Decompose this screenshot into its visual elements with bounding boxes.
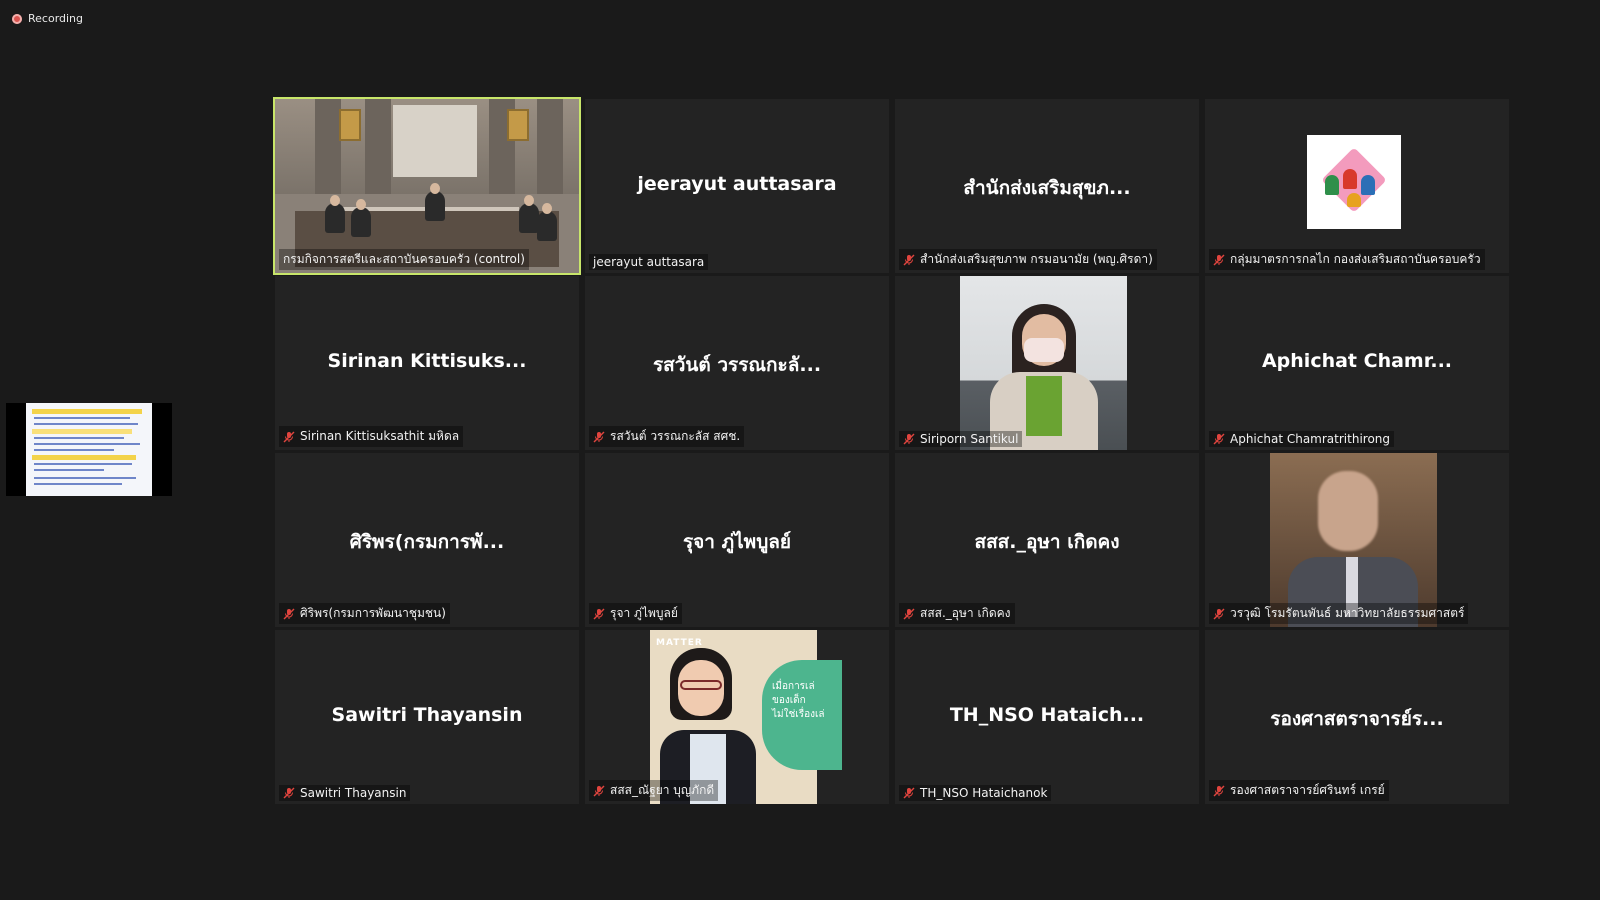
participant-name: กรมกิจการสตรีและสถาบันครอบครัว (control) xyxy=(283,252,525,266)
mic-muted-icon xyxy=(903,608,915,619)
mic-muted-icon xyxy=(1213,254,1225,265)
participant-tile[interactable]: MATTER เมื่อการเล่ ของเด็ก ไม่ใช่เรื่องเ… xyxy=(585,630,889,804)
participant-display-name: Aphichat Chamr... xyxy=(1261,350,1453,372)
participant-name: รุจา ภู่ไพบูลย์ xyxy=(610,606,678,620)
participant-label: วรวุฒิ โรมรัตนพันธ์ มหาวิทยาลัยธรรมศาสตร… xyxy=(1209,603,1469,624)
participant-label: สสส._อุษา เกิดคง xyxy=(899,603,1015,624)
shared-document-preview xyxy=(26,403,152,496)
participant-label: ศิริพร(กรมการพัฒนาชุมชน) xyxy=(279,603,450,624)
mic-muted-icon xyxy=(903,433,915,445)
participant-name: jeerayut auttasara xyxy=(593,255,705,269)
participant-tile[interactable]: กรมกิจการสตรีและสถาบันครอบครัว (control) xyxy=(273,97,581,275)
participant-label: รสวันต์ วรรณกะลัส สศช. xyxy=(589,426,745,447)
mic-muted-icon xyxy=(593,785,605,796)
participant-label: กรมกิจการสตรีและสถาบันครอบครัว (control) xyxy=(279,249,529,270)
participant-display-name: รุจา ภู่ไพบูลย์ xyxy=(682,531,792,553)
mic-muted-icon xyxy=(903,787,915,799)
participant-tile[interactable]: รองศาสตราจารย์ร... รองศาสตราจารย์ศรินทร์… xyxy=(1205,630,1509,804)
meeting-window: Recording กรมกิจการสตรีและสถาบันครอบครัว… xyxy=(0,0,1600,900)
participant-tile[interactable]: ศิริพร(กรมการพั... ศิริพร(กรมการพัฒนาชุม… xyxy=(275,453,579,627)
participant-name: Siriporn Santikul xyxy=(920,432,1019,446)
participant-tile[interactable]: Sirinan Kittisuks... Sirinan Kittisuksat… xyxy=(275,276,579,450)
participant-name: Sawitri Thayansin xyxy=(300,786,407,800)
participant-label: Sawitri Thayansin xyxy=(279,785,411,801)
poster-text: เมื่อการเล่ ของเด็ก ไม่ใช่เรื่องเล่ xyxy=(772,681,825,720)
participant-name: รสวันต์ วรรณกะลัส สศช. xyxy=(610,429,741,443)
participant-tile[interactable]: สสส._อุษา เกิดคง สสส._อุษา เกิดคง xyxy=(895,453,1199,627)
participant-tile[interactable]: TH_NSO Hataich... TH_NSO Hataichanok xyxy=(895,630,1199,804)
participant-display-name: Sirinan Kittisuks... xyxy=(327,350,527,372)
mic-muted-icon xyxy=(593,431,605,442)
participant-display-name: สสส._อุษา เกิดคง xyxy=(974,531,1120,553)
participant-video: MATTER เมื่อการเล่ ของเด็ก ไม่ใช่เรื่องเ… xyxy=(650,630,842,804)
record-icon xyxy=(12,13,22,24)
mic-muted-icon xyxy=(1213,433,1225,445)
mic-muted-icon xyxy=(593,608,605,619)
participant-label: Sirinan Kittisuksathit มหิดล xyxy=(279,426,464,447)
participant-tile[interactable]: Aphichat Chamr... Aphichat Chamratrithir… xyxy=(1205,276,1509,450)
participant-name: ศิริพร(กรมการพัฒนาชุมชน) xyxy=(300,606,446,620)
organization-logo xyxy=(1307,135,1401,229)
recording-indicator[interactable]: Recording xyxy=(12,12,83,25)
participant-name: สสส._อุษา เกิดคง xyxy=(920,606,1011,620)
participant-tile[interactable]: jeerayut auttasara jeerayut auttasara xyxy=(585,99,889,273)
participant-name: TH_NSO Hataichanok xyxy=(920,786,1048,800)
participant-label: สำนักส่งเสริมสุขภาพ กรมอนามัย (พญ.ศิรดา) xyxy=(899,249,1157,270)
participant-name: สสส_ณัฐยา บุญภักดี xyxy=(610,783,715,797)
participant-tile[interactable]: รสวันต์ วรรณกะลั... รสวันต์ วรรณกะลัส สศ… xyxy=(585,276,889,450)
participant-name: Aphichat Chamratrithirong xyxy=(1230,432,1391,446)
participant-display-name: รสวันต์ วรรณกะลั... xyxy=(652,354,822,376)
participant-display-name: สำนักส่งเสริมสุขภ... xyxy=(963,177,1131,199)
mic-muted-icon xyxy=(1213,785,1225,796)
participant-tile[interactable]: สำนักส่งเสริมสุขภ... สำนักส่งเสริมสุขภาพ… xyxy=(895,99,1199,273)
participant-name: วรวุฒิ โรมรัตนพันธ์ มหาวิทยาลัยธรรมศาสตร… xyxy=(1230,606,1465,620)
mic-muted-icon xyxy=(283,431,295,442)
participant-label: jeerayut auttasara xyxy=(589,254,709,270)
mic-muted-icon xyxy=(283,608,295,619)
participant-display-name: jeerayut auttasara xyxy=(637,173,837,195)
participant-name: กลุ่มมาตรการกลไก กองส่งเสริมสถาบันครอบคร… xyxy=(1230,252,1481,266)
participant-display-name: ศิริพร(กรมการพั... xyxy=(349,531,505,553)
screen-share-thumbnail[interactable] xyxy=(6,403,172,496)
participant-label: รองศาสตราจารย์ศรินทร์ เกรย์ xyxy=(1209,780,1389,801)
participant-tile[interactable]: กลุ่มมาตรการกลไก กองส่งเสริมสถาบันครอบคร… xyxy=(1205,99,1509,273)
conference-room-video xyxy=(275,99,579,273)
participant-label: Aphichat Chamratrithirong xyxy=(1209,431,1395,447)
participant-display-name: TH_NSO Hataich... xyxy=(949,704,1145,726)
participant-video xyxy=(1270,453,1437,627)
participant-label: กลุ่มมาตรการกลไก กองส่งเสริมสถาบันครอบคร… xyxy=(1209,249,1485,270)
participant-name: สำนักส่งเสริมสุขภาพ กรมอนามัย (พญ.ศิรดา) xyxy=(920,252,1153,266)
participant-label: สสส_ณัฐยา บุญภักดี xyxy=(589,780,719,801)
participant-tile[interactable]: รุจา ภู่ไพบูลย์ รุจา ภู่ไพบูลย์ xyxy=(585,453,889,627)
participant-label: รุจา ภู่ไพบูลย์ xyxy=(589,603,682,624)
recording-label: Recording xyxy=(28,12,84,25)
participant-tile[interactable]: วรวุฒิ โรมรัตนพันธ์ มหาวิทยาลัยธรรมศาสตร… xyxy=(1205,453,1509,627)
mic-muted-icon xyxy=(903,254,915,265)
participant-tile[interactable]: Siriporn Santikul xyxy=(895,276,1199,450)
participant-display-name: รองศาสตราจารย์ร... xyxy=(1270,708,1444,730)
participant-display-name: Sawitri Thayansin xyxy=(331,704,523,726)
participant-name: Sirinan Kittisuksathit มหิดล xyxy=(300,429,460,443)
mic-muted-icon xyxy=(1213,608,1225,619)
participant-tile[interactable]: Sawitri Thayansin Sawitri Thayansin xyxy=(275,630,579,804)
participant-name: รองศาสตราจารย์ศรินทร์ เกรย์ xyxy=(1230,783,1385,797)
poster-tag: MATTER xyxy=(656,638,703,648)
participant-label: Siriporn Santikul xyxy=(899,431,1023,447)
mic-muted-icon xyxy=(283,787,295,799)
participant-gallery: กรมกิจการสตรีและสถาบันครอบครัว (control)… xyxy=(273,97,1509,804)
participant-video xyxy=(960,276,1127,450)
participant-label: TH_NSO Hataichanok xyxy=(899,785,1052,801)
